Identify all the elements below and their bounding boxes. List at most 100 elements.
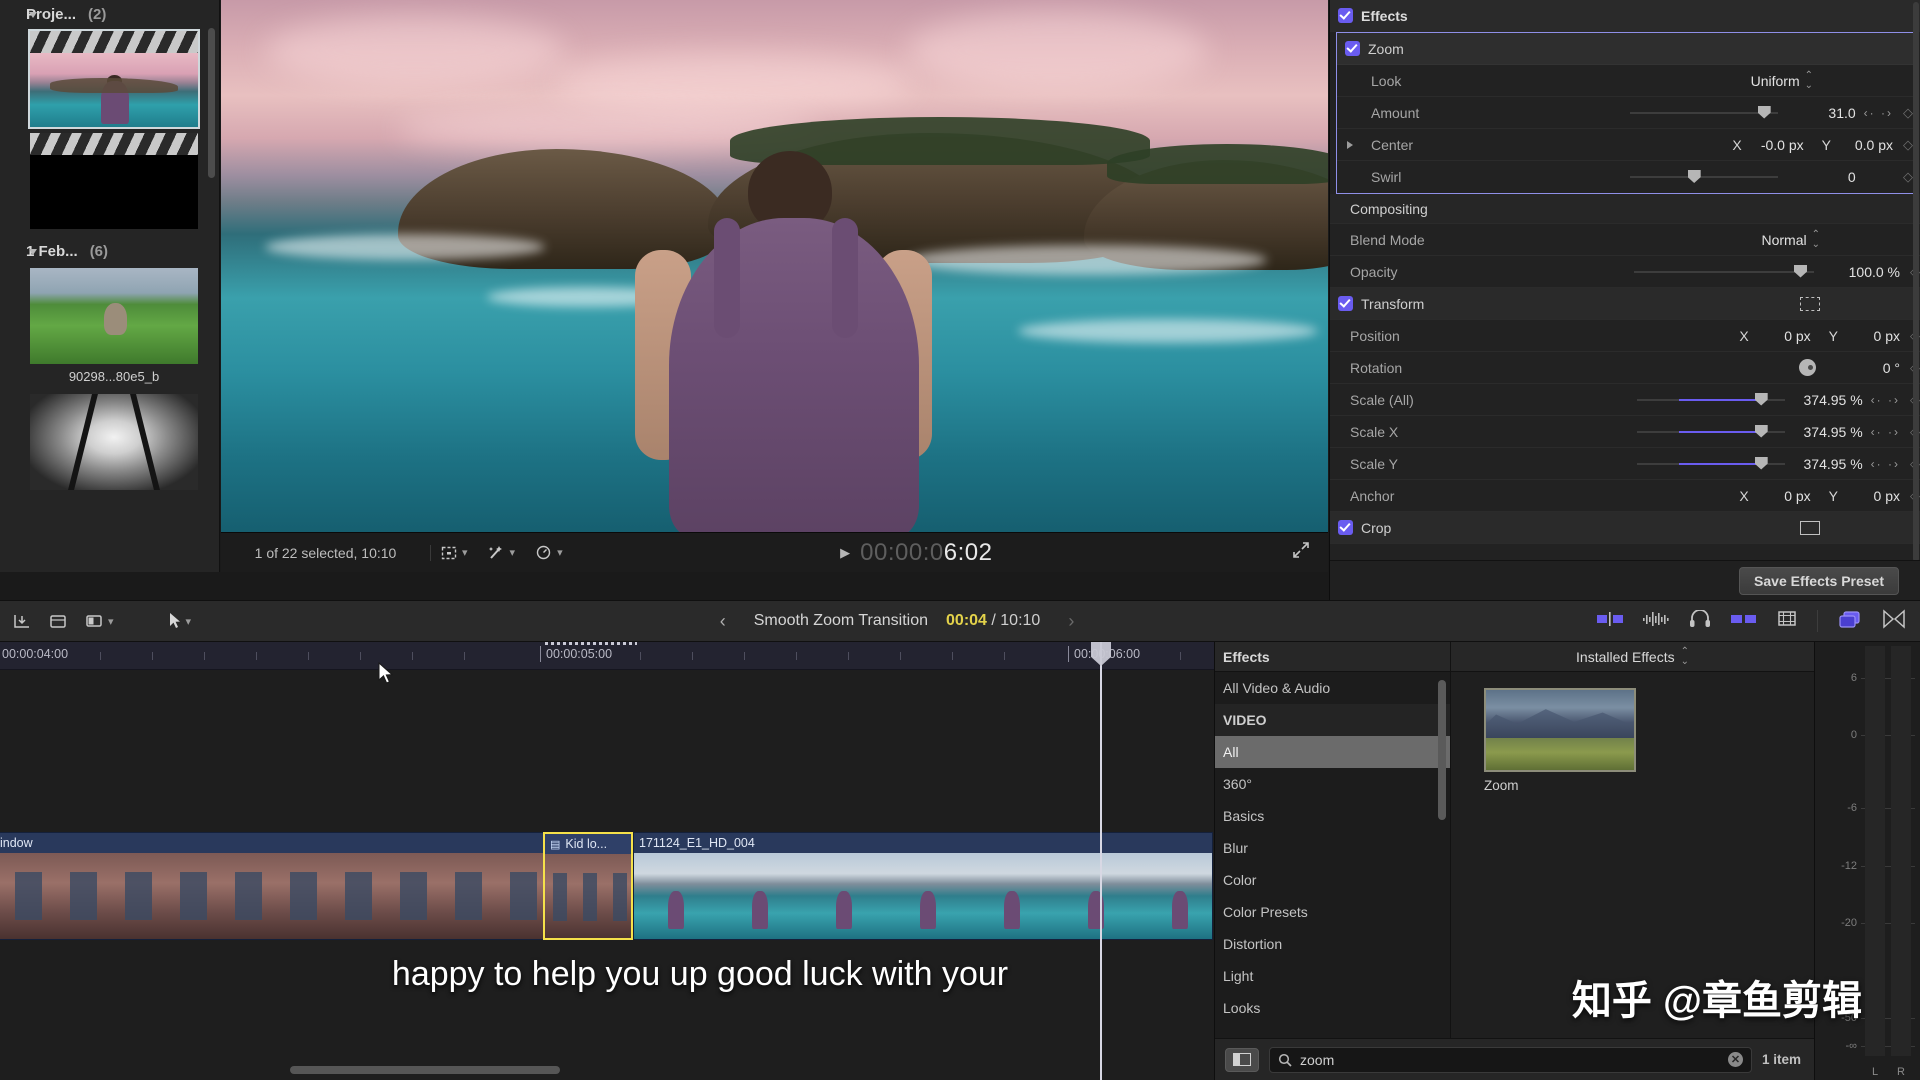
- effect-tile-zoom[interactable]: Zoom: [1484, 688, 1636, 793]
- installed-effects-popup[interactable]: Installed Effects ⌃⌄: [1451, 647, 1814, 667]
- fx-category-basics[interactable]: Basics: [1215, 800, 1450, 832]
- clear-search-icon[interactable]: ✕: [1728, 1052, 1743, 1067]
- timeline-ruler[interactable]: 00:00:04:00 00:00:05:00 00:00:06:00: [0, 642, 1214, 670]
- scale-x-slider[interactable]: [1637, 430, 1785, 434]
- scale-all-value[interactable]: 374.95 %: [1785, 392, 1863, 408]
- timeline-clip[interactable]: indow: [0, 832, 546, 940]
- chevron-down-icon[interactable]: ▾: [462, 546, 468, 559]
- fx-category-all[interactable]: All: [1215, 736, 1450, 768]
- checkbox-checked-icon[interactable]: [1338, 296, 1353, 311]
- scale-y-slider[interactable]: [1637, 462, 1785, 466]
- browser-thumbnail-item[interactable]: [0, 264, 219, 366]
- keyframe-button[interactable]: ◇: [1903, 169, 1913, 185]
- scale-all-row[interactable]: Scale (All) 374.95 % ‹· ·› ◇: [1330, 384, 1920, 416]
- fx-category-color-presets[interactable]: Color Presets: [1215, 896, 1450, 928]
- rotation-value[interactable]: 0 °: [1816, 360, 1900, 376]
- opacity-slider[interactable]: [1634, 270, 1814, 274]
- zoom-amount-value[interactable]: 31.0: [1778, 105, 1856, 121]
- scale-x-row[interactable]: Scale X 374.95 % ‹· ·› ◇: [1330, 416, 1920, 448]
- browser-thumbnail-item[interactable]: [0, 27, 219, 129]
- crop-onscreen-controls-icon[interactable]: [1800, 521, 1820, 535]
- chevron-down-icon[interactable]: ▾: [108, 615, 114, 628]
- playhead[interactable]: [1100, 642, 1102, 1080]
- opacity-row[interactable]: Opacity 100.0 % ◇: [1330, 256, 1920, 288]
- effects-category-list[interactable]: All Video & Audio VIDEO All 360° Basics …: [1215, 672, 1451, 1038]
- keyframe-nav-icons[interactable]: ‹· ·›: [1871, 457, 1900, 471]
- keyframe-nav-icons[interactable]: ‹· ·›: [1871, 393, 1900, 407]
- fx-category-light[interactable]: Light: [1215, 960, 1450, 992]
- chevron-down-icon[interactable]: ▾: [557, 546, 563, 559]
- clip-appearance-button[interactable]: ▾: [78, 608, 120, 634]
- fx-category-color[interactable]: Color: [1215, 864, 1450, 896]
- zoom-swirl-row[interactable]: Swirl 0 ‹· ·› ◇: [1337, 161, 1913, 193]
- center-y-value[interactable]: 0.0 px: [1839, 137, 1893, 153]
- browser-scrollbar[interactable]: [208, 28, 215, 178]
- compositing-section-header[interactable]: Compositing: [1330, 194, 1920, 224]
- center-x-value[interactable]: -0.0 px: [1750, 137, 1804, 153]
- project-thumbnail-selected[interactable]: [30, 31, 198, 127]
- keyword-button[interactable]: [42, 608, 74, 634]
- checkbox-checked-icon[interactable]: [1338, 8, 1353, 23]
- keyframe-button[interactable]: ◇: [1903, 137, 1913, 153]
- blend-mode-popup[interactable]: Normal ⌃⌄: [1761, 230, 1820, 250]
- keyframe-nav-icons[interactable]: ‹· ·›: [1864, 106, 1893, 120]
- keyframe-nav-icons[interactable]: ‹· ·›: [1871, 425, 1900, 439]
- opacity-value[interactable]: 100.0 %: [1814, 264, 1900, 280]
- primary-storyline[interactable]: indow ▤ Kid lo...: [0, 832, 1214, 940]
- clip-skimming-toggle[interactable]: [1731, 612, 1757, 630]
- zoom-swirl-value[interactable]: 0: [1778, 169, 1856, 185]
- effects-search-field[interactable]: zoom ✕: [1269, 1047, 1752, 1073]
- anchor-row[interactable]: Anchor X 0 px Y 0 px ◇: [1330, 480, 1920, 512]
- fx-category-looks[interactable]: Looks: [1215, 992, 1450, 1024]
- clip-thumbnail-cat[interactable]: [30, 268, 198, 364]
- audio-monitor-toggle[interactable]: [1689, 610, 1711, 633]
- scrollbar-thumb[interactable]: [290, 1066, 560, 1074]
- search-input-value[interactable]: zoom: [1300, 1052, 1720, 1068]
- zoom-center-row[interactable]: Center X -0.0 px Y 0.0 px ◇: [1337, 129, 1913, 161]
- effects-tool-button[interactable]: ▾: [478, 545, 526, 560]
- disclosure-triangle-icon[interactable]: [29, 12, 37, 18]
- viewer-fullscreen-button[interactable]: [1292, 541, 1328, 564]
- zoom-effect-header[interactable]: Zoom: [1337, 33, 1913, 65]
- previous-clip-button[interactable]: ‹: [710, 611, 736, 632]
- chevron-down-icon[interactable]: ▾: [510, 546, 516, 559]
- scale-y-row[interactable]: Scale Y 374.95 % ‹· ·› ◇: [1330, 448, 1920, 480]
- position-x-value[interactable]: 0 px: [1757, 328, 1811, 344]
- fx-category-all-video-audio[interactable]: All Video & Audio: [1215, 672, 1450, 704]
- next-clip-button[interactable]: ›: [1058, 611, 1084, 632]
- project-thumbnail-black[interactable]: [30, 133, 198, 229]
- scale-y-value[interactable]: 374.95 %: [1785, 456, 1863, 472]
- timeline-index-toggle[interactable]: [1777, 610, 1797, 633]
- browser-group-feb[interactable]: 1 Feb... (6): [0, 237, 219, 264]
- scale-x-value[interactable]: 374.95 %: [1785, 424, 1863, 440]
- browser-thumbnail-item[interactable]: [0, 390, 219, 492]
- viewer-canvas[interactable]: [221, 0, 1328, 532]
- keyframe-button[interactable]: ◇: [1903, 105, 1913, 121]
- audio-waveform-toggle[interactable]: [1643, 611, 1669, 632]
- zoom-amount-slider[interactable]: [1630, 111, 1778, 115]
- chevron-updown-icon[interactable]: ⌃⌄: [1812, 230, 1820, 250]
- clip-appearance-toggle[interactable]: [1597, 612, 1623, 631]
- zoom-amount-row[interactable]: Amount 31.0 ‹· ·› ◇: [1337, 97, 1913, 129]
- transform-onscreen-controls-icon[interactable]: [1800, 297, 1820, 311]
- checkbox-checked-icon[interactable]: [1345, 41, 1360, 56]
- scale-all-slider[interactable]: [1637, 398, 1785, 402]
- retime-tool-button[interactable]: ▾: [525, 545, 573, 560]
- save-effects-preset-button[interactable]: Save Effects Preset: [1739, 567, 1899, 595]
- disclosure-triangle-icon[interactable]: [1347, 141, 1353, 149]
- chevron-updown-icon[interactable]: ⌃⌄: [1681, 647, 1689, 667]
- media-import-button[interactable]: [6, 608, 38, 634]
- select-tool-button[interactable]: ▾: [162, 608, 198, 634]
- library-browser[interactable]: Proje... (2) 1 Feb... (6): [0, 0, 220, 572]
- position-y-value[interactable]: 0 px: [1846, 328, 1900, 344]
- fx-category-blur[interactable]: Blur: [1215, 832, 1450, 864]
- zoom-look-row[interactable]: Look Uniform ⌃⌄: [1337, 65, 1913, 97]
- transform-section-header[interactable]: Transform: [1330, 288, 1920, 320]
- show-windows-button[interactable]: [1838, 609, 1862, 634]
- position-row[interactable]: Position X 0 px Y 0 px ◇: [1330, 320, 1920, 352]
- fx-category-360[interactable]: 360°: [1215, 768, 1450, 800]
- chevron-updown-icon[interactable]: ⌃⌄: [1805, 71, 1813, 91]
- disclosure-triangle-icon[interactable]: [29, 249, 37, 255]
- rotation-dial[interactable]: [1799, 359, 1816, 376]
- checkbox-checked-icon[interactable]: [1338, 520, 1353, 535]
